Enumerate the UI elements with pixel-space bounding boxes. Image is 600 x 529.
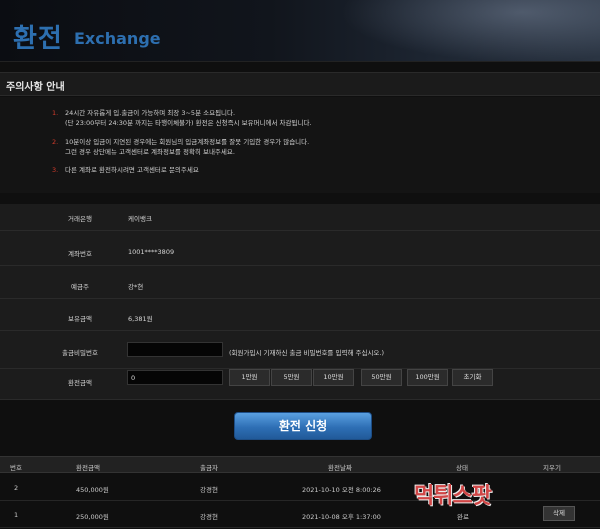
notice-body: 1. 24시간 자유롭게 입.출금이 가능하며 최장 3~5분 소요됩니다. (…	[0, 97, 600, 193]
row-balance: 보유금액 6,381원	[0, 304, 600, 331]
col-name: 출금자	[200, 464, 218, 472]
cell-amount: 250,000원	[76, 513, 109, 521]
cell-no: 2	[14, 484, 19, 492]
cell-name: 강경현	[200, 513, 218, 521]
history-table-header: 번호 환전금액 출금자 환전날짜 상태 지우기	[0, 456, 600, 473]
amount-button-1m[interactable]: 100만원	[407, 369, 448, 386]
amount-input[interactable]: 0	[127, 370, 223, 385]
notice-text: 다른 계좌로 환전하시려면 고객센터로 문의주세요	[65, 166, 199, 174]
cell-date: 2021-10-08 오후 1:37:00	[302, 513, 381, 521]
password-hint: (회원가입시 기재하신 출금 비밀번호를 입력해 주십시오.)	[229, 349, 385, 357]
account-value: 1001****3809	[128, 248, 175, 256]
password-input[interactable]	[127, 342, 223, 357]
notice-num: 3.	[52, 166, 59, 174]
col-delete: 지우기	[543, 464, 561, 472]
notice-line: 그런 경우 상단메뉴 고객센터로 계좌정보를 정확히 보내주세요.	[65, 148, 235, 156]
col-status: 상태	[456, 464, 468, 472]
delete-button[interactable]: 삭제	[543, 506, 575, 521]
page-title: 환전	[13, 24, 63, 54]
cell-date: 2021-10-10 오전 8:00:26	[302, 486, 381, 494]
cell-name: 강경현	[200, 486, 218, 494]
notice-line: 24시간 자유롭게 입.출금이 가능하며 최장 3~5분 소요됩니다.	[65, 109, 236, 117]
page-title-en: Exchange	[74, 29, 161, 48]
table-row: 1 250,000원 강경현 2021-10-08 오후 1:37:00 완료	[0, 501, 600, 528]
cell-no: 1	[14, 511, 19, 519]
notice-num: 2.	[52, 138, 59, 146]
col-no: 번호	[10, 464, 22, 472]
row-bank: 거래은행 케이뱅크	[0, 204, 600, 231]
holder-value: 강*현	[128, 283, 144, 291]
banner-background	[340, 0, 600, 61]
watermark-logo: 먹튀스팟	[414, 484, 492, 509]
row-account: 계좌번호 1001****3809	[0, 239, 600, 266]
notice-text: 10분이상 입금이 지연된 경우에는 회원님의 입금계좌정보를 잘못 기입한 경…	[65, 137, 309, 157]
notice-text: 24시간 자유롭게 입.출금이 가능하며 최장 3~5분 소요됩니다. (단 2…	[65, 108, 312, 128]
amount-button-100k[interactable]: 10만원	[313, 369, 354, 386]
bank-value: 케이뱅크	[128, 215, 152, 223]
amount-button-10k[interactable]: 1만원	[229, 369, 270, 386]
row-holder: 예금주 강*현	[0, 272, 600, 299]
exchange-submit-button[interactable]: 환전 신청	[234, 412, 372, 440]
table-row: 2 450,000원 강경현 2021-10-10 오전 8:00:26	[0, 474, 600, 501]
col-date: 환전날짜	[328, 464, 352, 472]
col-amount: 환전금액	[76, 464, 100, 472]
notice-num: 1.	[52, 109, 59, 117]
notice-line: 10분이상 입금이 지연된 경우에는 회원님의 입금계좌정보를 잘못 기입한 경…	[65, 138, 310, 146]
cell-status: 완료	[457, 513, 469, 521]
header-banner: 환전 Exchange	[0, 0, 600, 62]
notice-title: 주의사항 안내	[6, 82, 65, 93]
amount-button-500k[interactable]: 50만원	[361, 369, 402, 386]
amount-button-50k[interactable]: 5만원	[271, 369, 312, 386]
notice-header: 주의사항 안내	[0, 72, 600, 96]
notice-line: (단 23:00부터 24:30분 까지는 타행이체불가) 환전은 신청즉시 보…	[65, 119, 312, 127]
balance-value: 6,381원	[128, 315, 153, 323]
amount-reset-button[interactable]: 초기화	[452, 369, 493, 386]
cell-amount: 450,000원	[76, 486, 109, 494]
